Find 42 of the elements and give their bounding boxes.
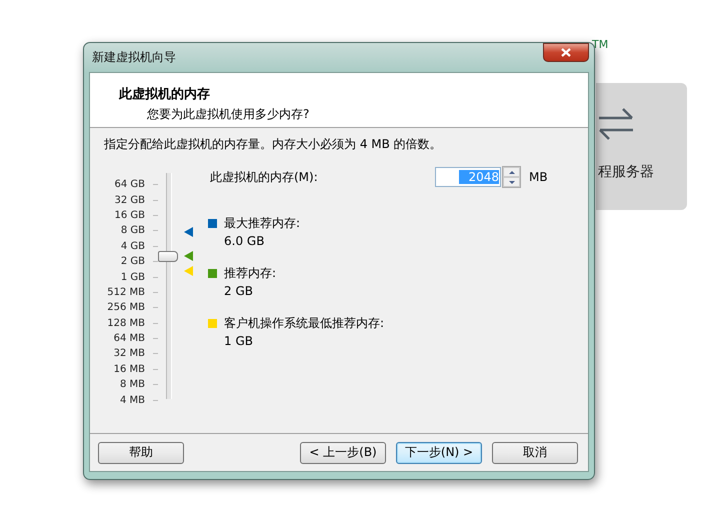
scale-label: 64 MB xyxy=(112,333,145,344)
page-subtitle: 您要为此虚拟机使用多少内存? xyxy=(147,106,310,123)
memory-slider[interactable] xyxy=(158,173,194,399)
up-arrow-icon xyxy=(508,170,516,174)
cancel-button[interactable]: 取消 xyxy=(492,442,578,464)
scale-label: 8 MB xyxy=(118,379,145,390)
scale-label: 16 MB xyxy=(112,364,145,375)
scale-label: 16 GB xyxy=(113,210,145,221)
slider-thumb[interactable] xyxy=(158,250,178,262)
legend-value: 2 GB xyxy=(224,284,254,298)
legend-label: 最大推荐内存: xyxy=(224,215,300,232)
scale-label: 128 MB xyxy=(106,318,145,329)
down-arrow-icon xyxy=(508,180,516,184)
scale-label: 256 MB xyxy=(106,302,145,314)
unit-label: MB xyxy=(529,170,548,184)
scale-label: 32 MB xyxy=(112,348,145,360)
memory-label: 此虚拟机的内存(M): xyxy=(210,168,319,186)
legend-label: 推荐内存: xyxy=(224,265,276,282)
next-button[interactable]: 下一步(N) > xyxy=(396,442,482,464)
page-title: 此虚拟机的内存 xyxy=(119,86,211,103)
spinner-control[interactable] xyxy=(502,166,521,188)
legend-value: 6.0 GB xyxy=(224,234,266,248)
scale-label: 4 MB xyxy=(118,394,145,406)
scale-label: 8 GB xyxy=(120,225,145,236)
swap-arrows-icon xyxy=(597,107,635,141)
back-button[interactable]: < 上一步(B) xyxy=(300,442,386,464)
scale-label: 32 GB xyxy=(113,194,145,206)
close-button[interactable] xyxy=(543,43,589,62)
scale-label: 512 MB xyxy=(106,286,145,298)
legend-label: 客户机操作系统最低推荐内存: xyxy=(224,315,384,332)
remote-server-label: 程服务器 xyxy=(598,163,654,181)
instruction-text: 指定分配给此虚拟机的内存量。内存大小必须为 4 MB 的倍数。 xyxy=(104,136,443,153)
close-icon xyxy=(561,48,571,57)
scale-label: 64 GB xyxy=(113,179,145,190)
trademark-text: TM xyxy=(592,38,608,51)
legend-value: 1 GB xyxy=(224,334,254,348)
scale-label: 1 GB xyxy=(120,272,145,283)
remote-server-card[interactable] xyxy=(596,83,687,210)
window-title: 新建虚拟机向导 xyxy=(91,49,176,66)
scale-label: 2 GB xyxy=(120,256,145,268)
help-button[interactable]: 帮助 xyxy=(98,442,184,464)
scale-label: 4 GB xyxy=(120,240,145,252)
